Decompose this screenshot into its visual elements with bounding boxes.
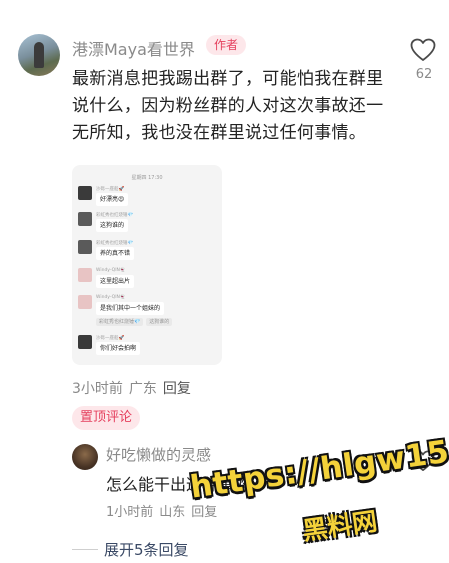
chat-bubble: 养的真不错 xyxy=(96,247,135,260)
reply-author-name[interactable]: 好吃懒做的灵感 xyxy=(106,444,211,465)
chat-avatar xyxy=(78,186,92,200)
heart-icon[interactable] xyxy=(410,38,436,62)
expand-replies-button[interactable]: 展开5条回复 xyxy=(104,539,189,560)
comment-text: 最新消息把我踢出群了，可能怕我在群里说什么，因为粉丝群的人对这次事故还一无所知，… xyxy=(72,69,384,143)
chat-sender: 彩虹秀也红烧锤💎 xyxy=(96,241,134,246)
reply-author-avatar[interactable] xyxy=(72,444,98,470)
chat-sender: 沙砾一座船🚀 xyxy=(96,187,125,192)
like-count: 62 xyxy=(415,67,433,82)
comment-meta: 3小时前 广东 回复 xyxy=(72,378,197,398)
chat-avatar xyxy=(78,295,92,309)
author-badge: 作者 xyxy=(206,35,247,55)
comment-time: 3小时前 xyxy=(72,381,123,397)
chat-sender: Windy-QIN👻 xyxy=(96,268,126,273)
chat-avatar xyxy=(78,240,92,254)
chat-bubble: 这里超出片 xyxy=(96,275,135,288)
chat-sender: 彩虹秀也红烧锤💎 xyxy=(96,213,134,218)
chat-avatar xyxy=(78,335,92,349)
quote-text: 这狗谁的 xyxy=(146,318,173,326)
comment-image-attachment[interactable]: 星期四 17:30 沙砾一座船🚀 好漂亮😍 彩虹秀也红烧锤💎 这狗谁的 彩虹秀也… xyxy=(72,165,222,365)
chat-quote: 彩虹秀也红烧锤💎 这狗谁的 xyxy=(96,318,175,326)
reply-time: 1小时前 xyxy=(106,505,154,520)
comment-location: 广东 xyxy=(128,381,157,397)
chat-bubble: 这狗谁的 xyxy=(96,219,129,232)
chat-sender: Windy-QIN👻 xyxy=(96,295,126,300)
reply-button[interactable]: 回复 xyxy=(163,381,191,397)
expand-divider xyxy=(72,549,98,550)
chat-avatar xyxy=(78,212,92,226)
reply-location: 山东 xyxy=(159,505,186,520)
author-name[interactable]: 港漂Maya看世界 xyxy=(72,36,195,60)
author-avatar[interactable] xyxy=(18,34,60,76)
chat-bubble: 你们好会拍啊 xyxy=(96,342,141,355)
reply-reply-button[interactable]: 回复 xyxy=(191,505,217,520)
pinned-comment-tag: 置顶评论 xyxy=(72,406,141,430)
quote-sender: 彩虹秀也红烧锤💎 xyxy=(96,318,144,326)
chat-bubble: 是我们其中一个姐妹的 xyxy=(96,302,165,315)
watermark-text: 黑料网 xyxy=(300,506,380,546)
chat-bubble: 好漂亮😍 xyxy=(96,193,129,206)
watermark-url: https://hlgw15.com xyxy=(188,421,449,506)
chat-timestamp: 星期四 17:30 xyxy=(131,175,163,181)
chat-sender: 沙砾一座船🚀 xyxy=(96,336,125,341)
chat-avatar xyxy=(78,268,92,282)
